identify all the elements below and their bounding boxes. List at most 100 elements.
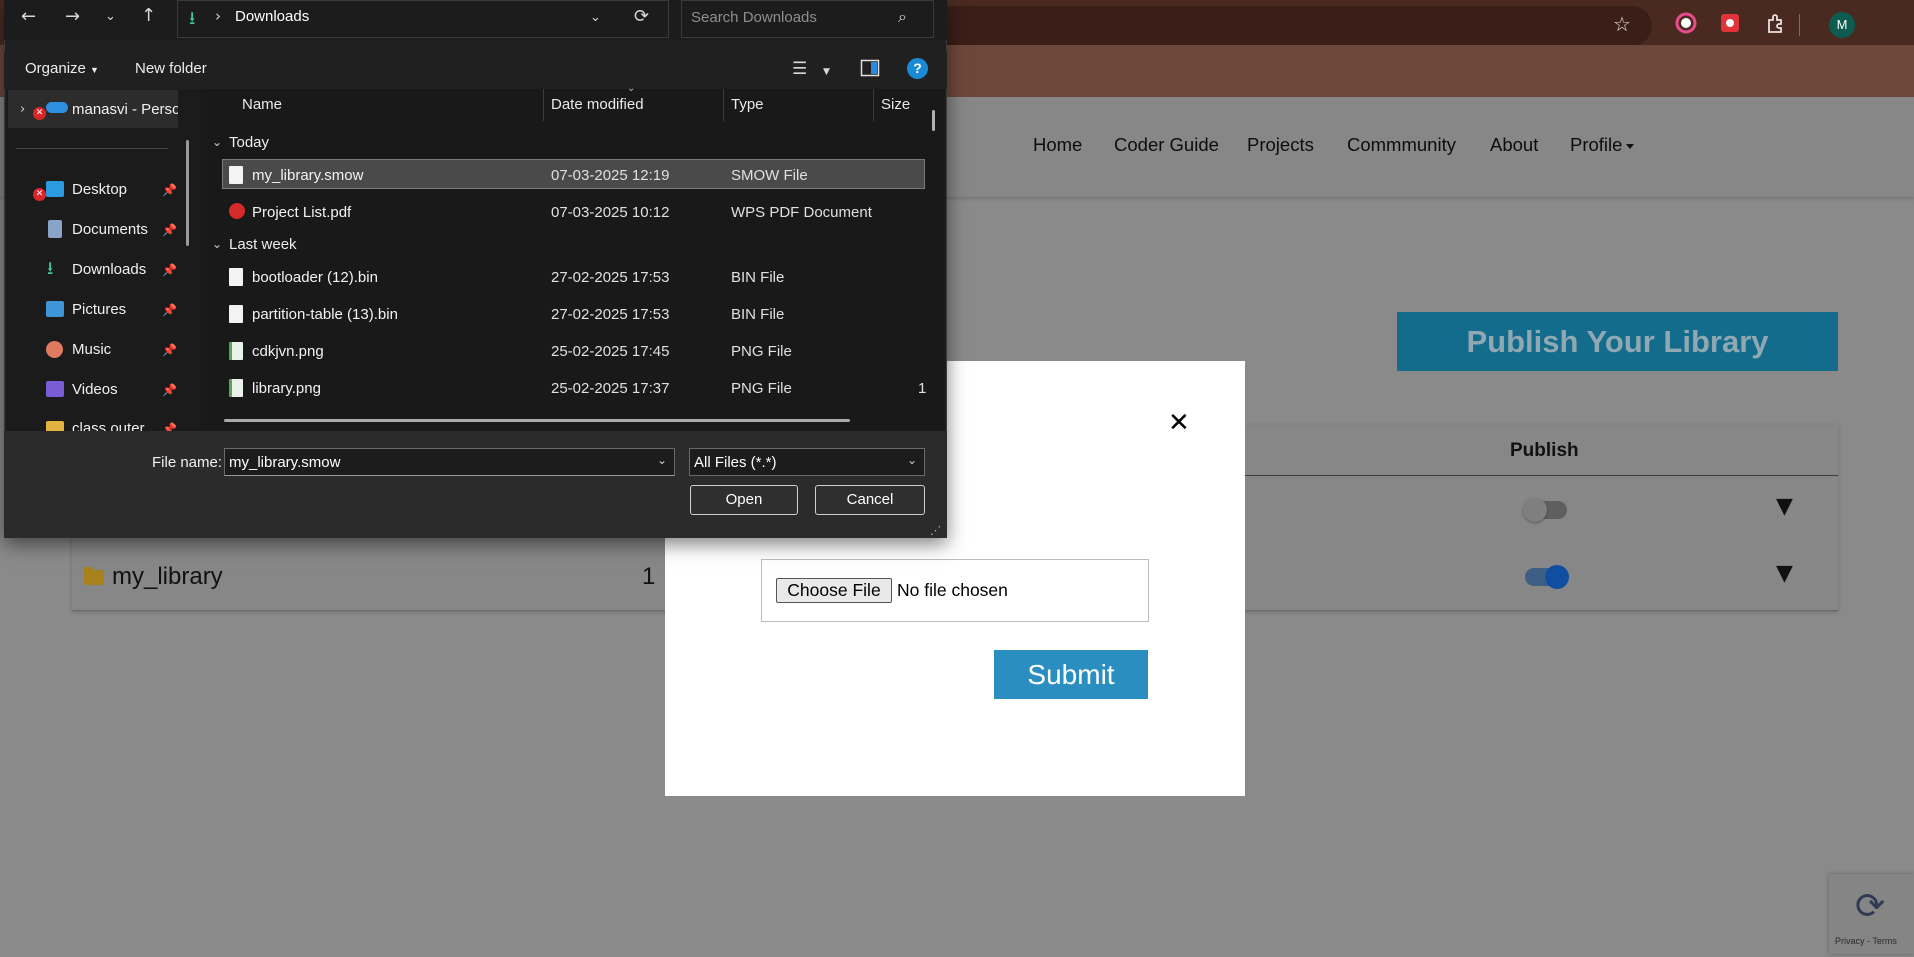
column-divider[interactable]	[543, 89, 544, 121]
refresh-icon[interactable]: ⟳	[634, 7, 649, 27]
document-icon	[229, 166, 243, 184]
toggle-knob	[1545, 565, 1569, 589]
nav-item-class-outer[interactable]: class outer	[72, 420, 145, 431]
nav-home[interactable]: Home	[1033, 134, 1082, 156]
publish-column-header: Publish	[1510, 440, 1579, 461]
nav-community[interactable]: Commmunity	[1347, 134, 1456, 156]
expand-chevron-icon[interactable]: ›	[20, 100, 25, 120]
nav-divider	[16, 148, 168, 149]
music-icon	[46, 341, 63, 358]
nav-pane-scrollbar[interactable]	[186, 140, 189, 246]
nav-about[interactable]: About	[1490, 134, 1538, 156]
search-placeholder: Search Downloads	[691, 9, 817, 26]
nav-coder-guide[interactable]: Coder Guide	[1114, 134, 1219, 156]
expand-row-arrow-icon[interactable]: ▼	[1776, 561, 1793, 586]
nav-item-pictures[interactable]: Pictures	[72, 301, 126, 318]
nav-item-videos[interactable]: Videos	[72, 381, 118, 398]
folder-icon	[84, 567, 104, 585]
file-row-date: 07-03-2025 12:19	[551, 167, 670, 184]
nav-item-clip: class outer 📌	[6, 416, 201, 431]
file-name-chevron-icon[interactable]: ⌄	[657, 453, 667, 467]
recaptcha-badge[interactable]: ⟳ Privacy - Terms	[1829, 874, 1914, 954]
pin-icon: 📌	[162, 422, 177, 431]
file-row-name[interactable]: bootloader (12).bin	[252, 269, 378, 286]
file-row-type: BIN File	[731, 269, 785, 286]
recent-locations-chevron-icon[interactable]: ⌄	[105, 7, 116, 27]
extensions-puzzle-icon[interactable]	[1764, 12, 1788, 36]
view-chevron-down-icon[interactable]: ▼	[823, 62, 830, 82]
extension-app-icon[interactable]	[1718, 12, 1742, 36]
nav-item-music[interactable]: Music	[72, 341, 111, 358]
pin-icon: 📌	[162, 303, 177, 317]
expand-row-arrow-icon[interactable]: ▼	[1776, 494, 1793, 519]
nav-projects[interactable]: Projects	[1247, 134, 1314, 156]
file-name-value[interactable]: my_library.smow	[229, 454, 340, 471]
pictures-icon	[46, 301, 64, 317]
column-header-size[interactable]: Size	[881, 96, 910, 113]
document-icon	[229, 268, 243, 286]
preview-pane-icon[interactable]	[860, 58, 880, 83]
file-row-name[interactable]: my_library.smow	[252, 167, 363, 184]
column-header-date[interactable]: Date modified	[551, 96, 644, 113]
pin-icon: 📌	[162, 263, 177, 277]
column-divider[interactable]	[873, 89, 874, 121]
file-row-name[interactable]: library.png	[252, 380, 321, 397]
address-folder-name[interactable]: Downloads	[235, 8, 309, 25]
organize-menu-button[interactable]: Organize ▼	[25, 60, 99, 77]
group-header-today[interactable]: Today	[229, 134, 269, 151]
sort-chevron-icon: ⌄	[627, 83, 636, 94]
collapse-group-chevron-icon[interactable]: ⌄	[212, 135, 222, 149]
publish-toggle-off[interactable]	[1523, 498, 1567, 522]
back-arrow-icon[interactable]: ←	[21, 7, 36, 27]
submit-button[interactable]: Submit	[994, 650, 1148, 699]
address-bar[interactable]	[930, 6, 1652, 46]
file-row-name[interactable]: cdkjvn.png	[252, 343, 324, 360]
open-button[interactable]: Open	[690, 485, 798, 515]
close-icon[interactable]: ✕	[1168, 408, 1190, 438]
new-folder-button[interactable]: New folder	[135, 60, 207, 77]
nav-item-documents[interactable]: Documents	[72, 221, 148, 238]
recaptcha-privacy-terms[interactable]: Privacy - Terms	[1835, 936, 1897, 946]
choose-file-button[interactable]: Choose File	[776, 578, 892, 603]
pin-icon: 📌	[162, 383, 177, 397]
nav-profile-dropdown[interactable]: Profile	[1570, 134, 1635, 156]
collapse-group-chevron-icon[interactable]: ⌄	[212, 237, 222, 251]
profile-avatar[interactable]: M	[1829, 12, 1855, 38]
file-row-name[interactable]: partition-table (13).bin	[252, 306, 398, 323]
sync-error-icon: ✕	[33, 188, 46, 201]
file-list-horizontal-scrollbar[interactable]	[224, 419, 850, 422]
help-icon[interactable]: ?	[907, 58, 928, 79]
group-header-last-week[interactable]: Last week	[229, 236, 297, 253]
nav-item-desktop[interactable]: Desktop	[72, 181, 127, 198]
documents-icon	[48, 220, 62, 238]
column-header-type[interactable]: Type	[731, 96, 764, 113]
cancel-button[interactable]: Cancel	[815, 485, 925, 515]
column-header-name[interactable]: Name	[242, 96, 282, 113]
nav-item-downloads[interactable]: Downloads	[72, 261, 146, 278]
publish-toggle-on[interactable]	[1525, 565, 1569, 589]
file-type-chevron-icon[interactable]: ⌄	[907, 453, 917, 467]
onedrive-icon	[46, 102, 68, 113]
library-file-count: 1	[642, 563, 656, 590]
address-history-chevron-icon[interactable]: ⌄	[590, 8, 601, 28]
bookmark-star-icon[interactable]: ☆	[1610, 12, 1634, 36]
forward-arrow-icon[interactable]: →	[65, 7, 80, 27]
column-divider[interactable]	[723, 89, 724, 121]
caret-down-icon	[1626, 143, 1635, 149]
file-row-name[interactable]: Project List.pdf	[252, 204, 351, 221]
no-file-chosen-text: No file chosen	[897, 580, 1008, 600]
file-row-type: PNG File	[731, 380, 792, 397]
recaptcha-icon: ⟳	[1855, 886, 1886, 927]
nav-profile-label: Profile	[1570, 134, 1623, 155]
desktop-icon	[46, 181, 64, 197]
file-list-vertical-scrollbar[interactable]	[932, 110, 935, 131]
color-picker-extension-icon[interactable]	[1674, 12, 1698, 36]
nav-item-onedrive[interactable]: manasvi - Persor	[72, 101, 178, 118]
image-icon	[229, 379, 243, 397]
up-arrow-icon[interactable]: ↑	[141, 6, 156, 26]
search-icon[interactable]: ⌕	[898, 7, 907, 27]
view-options-icon[interactable]: ☰	[792, 59, 807, 79]
file-type-value[interactable]: All Files (*.*)	[694, 454, 777, 471]
sync-error-icon: ✕	[33, 107, 46, 120]
resize-grip-icon[interactable]: ⋰	[930, 524, 941, 537]
